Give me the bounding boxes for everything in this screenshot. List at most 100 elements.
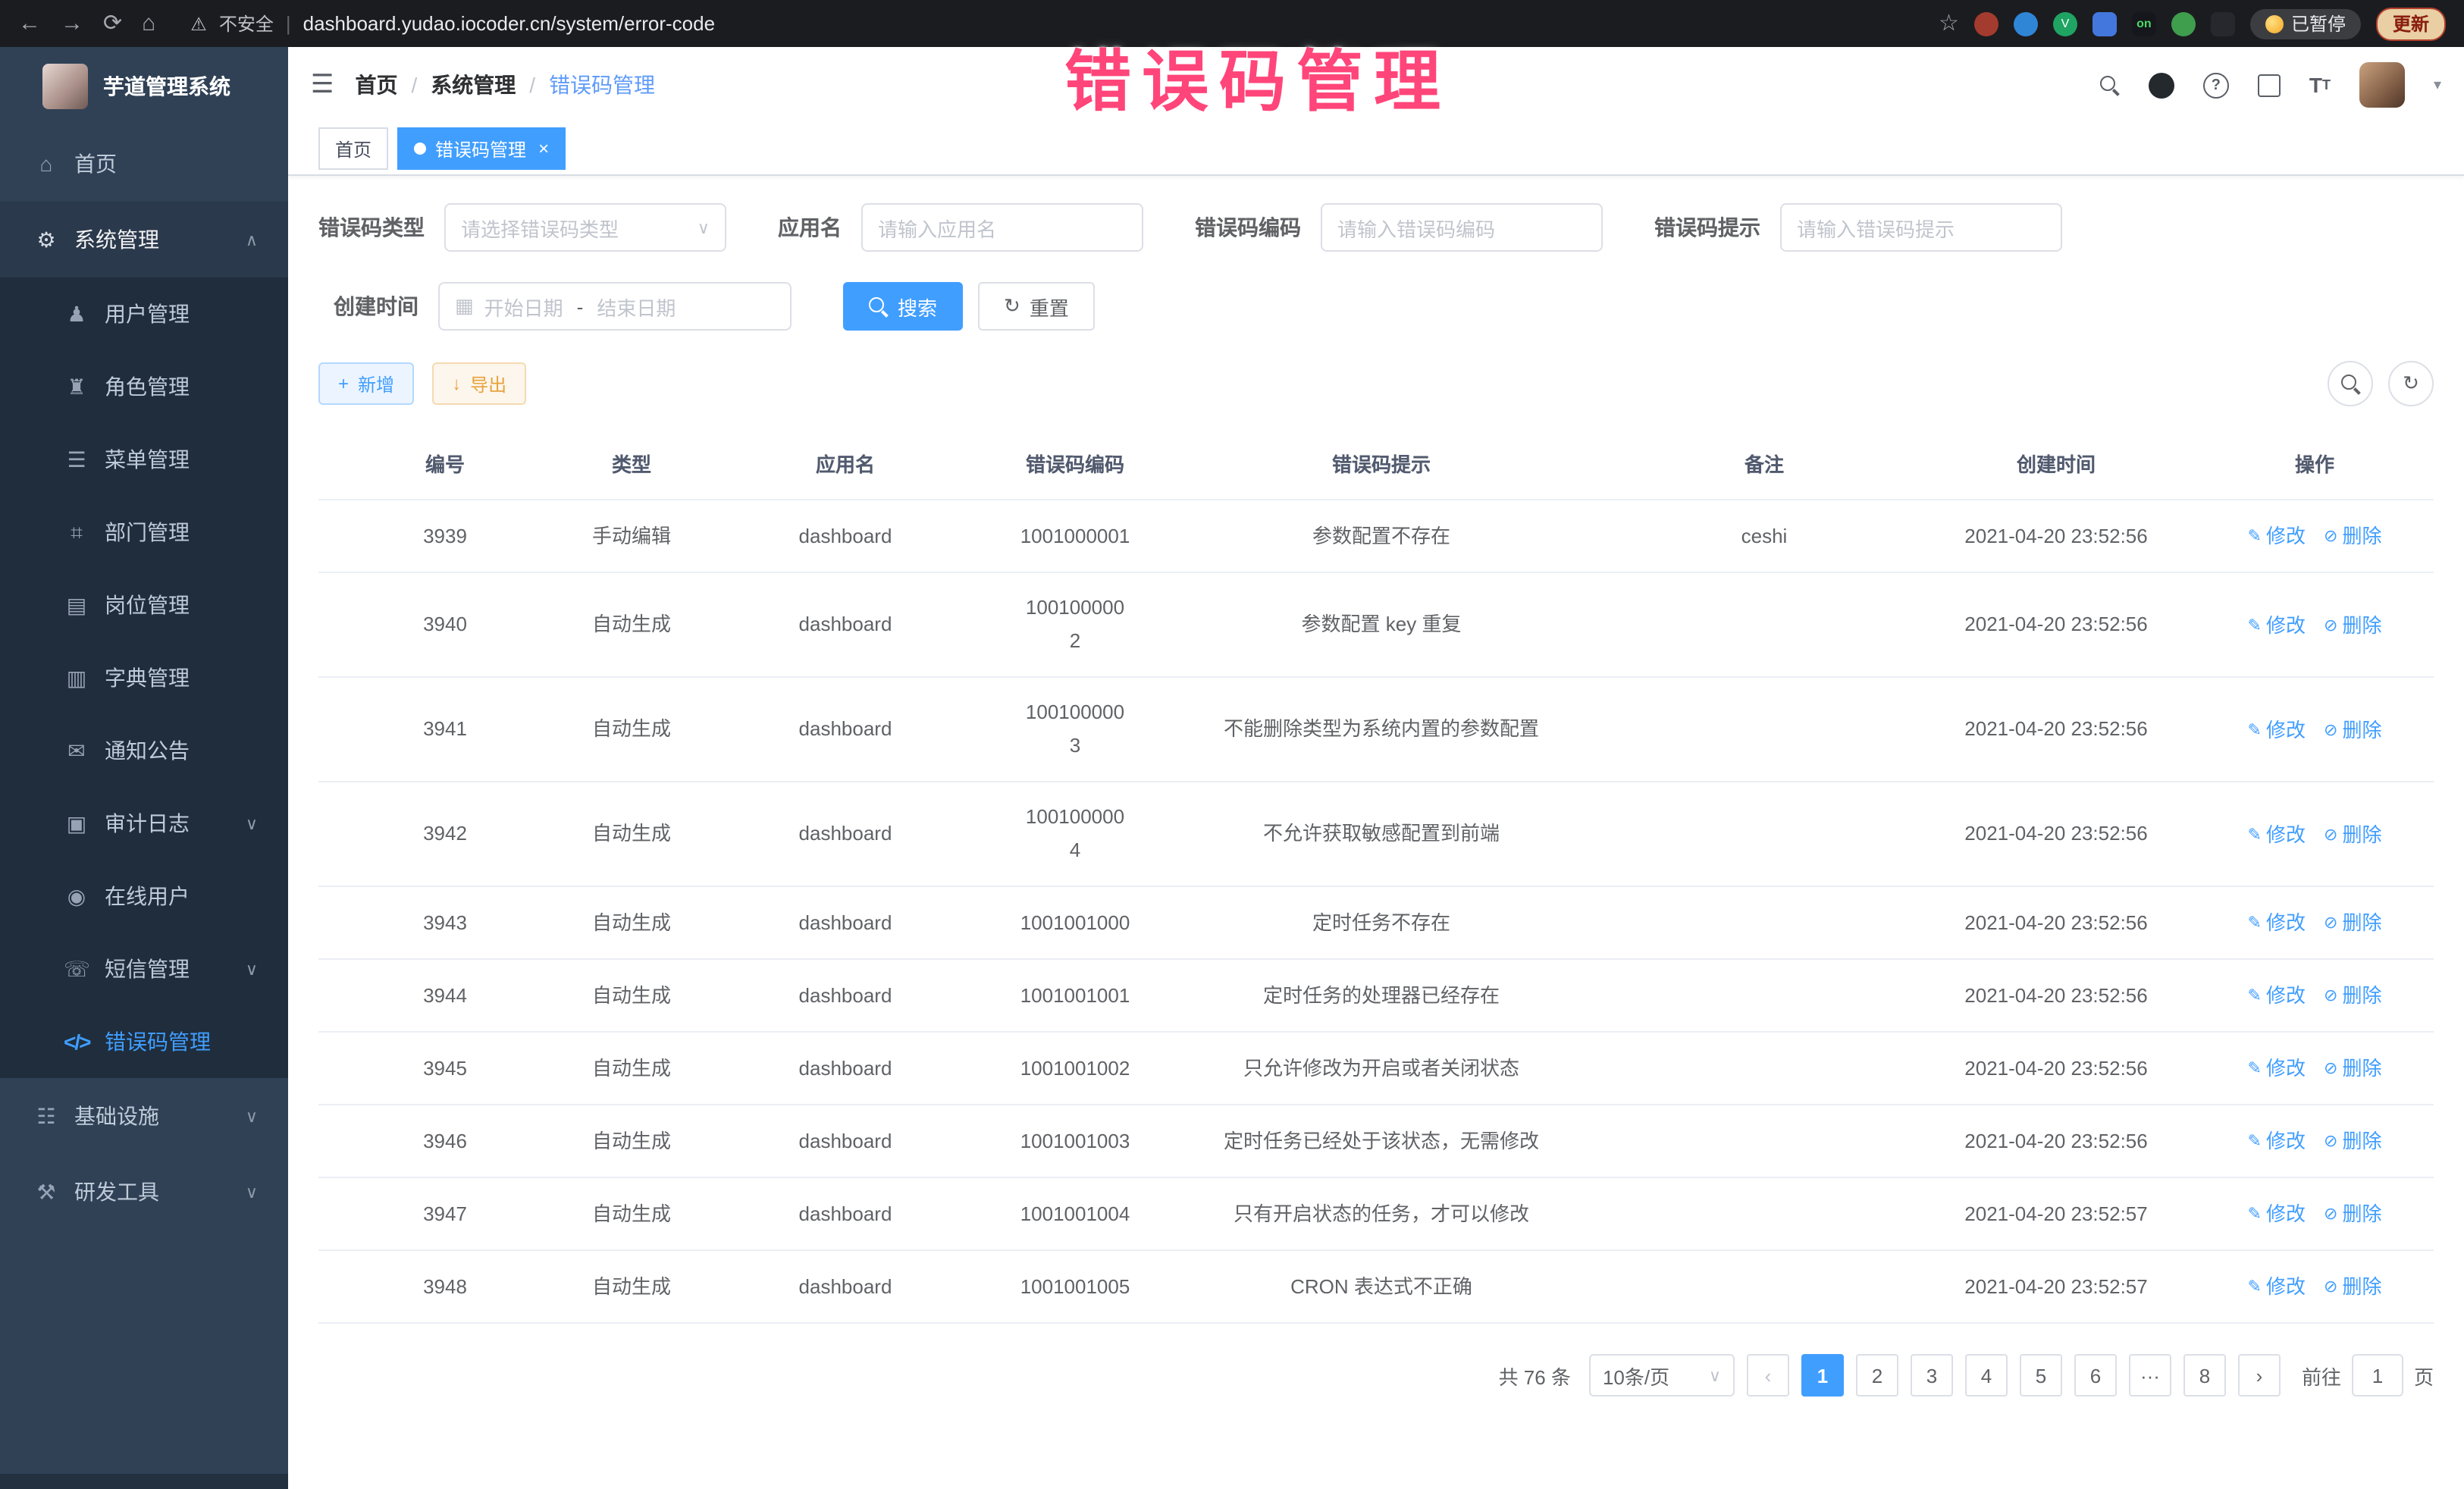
tag-close-icon[interactable]: × bbox=[538, 138, 549, 159]
sidebar-item-department-management[interactable]: ⌗ 部门管理 bbox=[0, 496, 288, 569]
search-icon[interactable] bbox=[2100, 75, 2120, 95]
font-size-icon[interactable]: TT bbox=[2309, 73, 2331, 97]
github-icon[interactable] bbox=[2149, 72, 2174, 98]
update-browser-button[interactable]: 更新 bbox=[2376, 7, 2446, 40]
delete-link[interactable]: ⊘删除 bbox=[2324, 980, 2381, 1013]
sidebar-item-menu-management[interactable]: ☰ 菜单管理 bbox=[0, 423, 288, 496]
extension-puzzle-icon[interactable] bbox=[2211, 11, 2235, 36]
extension-on-switch-icon[interactable]: on bbox=[2132, 11, 2156, 36]
cell-code: 100100000 2 bbox=[999, 572, 1151, 677]
extension-red-icon[interactable] bbox=[1974, 11, 1998, 36]
sidebar-item-audit-log[interactable]: ▣ 审计日志 ∨ bbox=[0, 787, 288, 860]
extension-grid-icon[interactable] bbox=[2093, 11, 2117, 36]
page-button-1[interactable]: 1 bbox=[1801, 1354, 1844, 1397]
url-text[interactable]: dashboard.yudao.iocoder.cn/system/error-… bbox=[303, 12, 715, 35]
toggle-search-button[interactable] bbox=[2328, 361, 2373, 406]
error-code-input[interactable]: 请输入错误码编码 bbox=[1321, 203, 1603, 252]
page-size-select[interactable]: 10条/页 ∨ bbox=[1589, 1354, 1735, 1397]
edit-link[interactable]: ✎修改 bbox=[2248, 907, 2306, 940]
sidebar-logo-row[interactable]: 芋道管理系统 bbox=[0, 47, 288, 126]
delete-link[interactable]: ⊘删除 bbox=[2324, 1125, 2381, 1158]
search-button[interactable]: 搜索 bbox=[843, 282, 963, 331]
forward-icon[interactable]: → bbox=[61, 12, 83, 35]
refresh-table-button[interactable]: ↻ bbox=[2388, 361, 2434, 406]
extension-leaf-icon[interactable] bbox=[2171, 11, 2196, 36]
delete-icon: ⊘ bbox=[2324, 1198, 2337, 1231]
delete-link[interactable]: ⊘删除 bbox=[2324, 1198, 2381, 1231]
edit-link[interactable]: ✎修改 bbox=[2248, 980, 2306, 1013]
address-bar[interactable]: ⚠ 不安全 | dashboard.yudao.iocoder.cn/syste… bbox=[190, 11, 1919, 36]
edit-link[interactable]: ✎修改 bbox=[2248, 609, 2306, 642]
sidebar-item-dictionary-management[interactable]: ▥ 字典管理 bbox=[0, 641, 288, 714]
delete-link[interactable]: ⊘删除 bbox=[2324, 818, 2381, 851]
error-code-type-select[interactable]: 请选择错误码类型 ∨ bbox=[444, 203, 726, 252]
error-message-input[interactable]: 请输入错误码提示 bbox=[1780, 203, 2062, 252]
sidebar-footer-bar[interactable] bbox=[0, 1474, 288, 1489]
reset-button[interactable]: ↻ 重置 bbox=[978, 282, 1095, 331]
edit-icon: ✎ bbox=[2248, 713, 2262, 747]
delete-link[interactable]: ⊘删除 bbox=[2324, 609, 2381, 642]
url-separator: | bbox=[286, 12, 291, 35]
user-avatar[interactable] bbox=[2359, 62, 2405, 108]
delete-link[interactable]: ⊘删除 bbox=[2324, 1271, 2381, 1304]
page-button-5[interactable]: 5 bbox=[2020, 1354, 2062, 1397]
paused-badge[interactable]: 已暂停 bbox=[2250, 8, 2361, 39]
edit-link[interactable]: ✎修改 bbox=[2248, 1271, 2306, 1304]
app-name-input[interactable]: 请输入应用名 bbox=[861, 203, 1143, 252]
page-button-6[interactable]: 6 bbox=[2074, 1354, 2117, 1397]
extension-blue-drop-icon[interactable] bbox=[2014, 11, 2038, 36]
sidebar-item-online-users[interactable]: ◉ 在线用户 bbox=[0, 860, 288, 933]
sidebar-item-notice[interactable]: ✉ 通知公告 bbox=[0, 714, 288, 787]
delete-icon: ⊘ bbox=[2324, 1271, 2337, 1304]
delete-link[interactable]: ⊘删除 bbox=[2324, 1052, 2381, 1086]
fullscreen-icon[interactable] bbox=[2258, 74, 2281, 96]
sidebar-item-post-management[interactable]: ▤ 岗位管理 bbox=[0, 569, 288, 641]
delete-link[interactable]: ⊘删除 bbox=[2324, 907, 2381, 940]
sidebar-item-home[interactable]: ⌂ 首页 bbox=[0, 126, 288, 202]
sidebar-item-user-management[interactable]: ♟ 用户管理 bbox=[0, 277, 288, 350]
goto-page-input[interactable] bbox=[2352, 1354, 2403, 1397]
breadcrumb-home[interactable]: 首页 bbox=[356, 70, 398, 100]
sidebar-item-sms-management[interactable]: ☏ 短信管理 ∨ bbox=[0, 933, 288, 1005]
cell-message: 不允许获取敏感配置到前端 bbox=[1151, 782, 1612, 886]
sidebar-item-error-code-management[interactable]: </> 错误码管理 bbox=[0, 1005, 288, 1078]
table-row: 3946 自动生成 dashboard 1001001003 定时任务已经处于该… bbox=[318, 1105, 2434, 1177]
tag-home[interactable]: 首页 bbox=[318, 127, 388, 170]
page-button-2[interactable]: 2 bbox=[1856, 1354, 1898, 1397]
edit-link[interactable]: ✎修改 bbox=[2248, 1052, 2306, 1086]
sidebar-item-system-management[interactable]: ⚙ 系统管理 ∧ bbox=[0, 202, 288, 277]
page-button-3[interactable]: 3 bbox=[1911, 1354, 1953, 1397]
export-button[interactable]: ↓ 导出 bbox=[432, 362, 526, 405]
avatar-caret-down-icon[interactable]: ▾ bbox=[2434, 77, 2441, 93]
edit-link[interactable]: ✎修改 bbox=[2248, 520, 2306, 553]
cell-remark bbox=[1612, 886, 1917, 959]
next-page-button[interactable]: › bbox=[2238, 1354, 2281, 1397]
breadcrumb-section[interactable]: 系统管理 bbox=[431, 70, 516, 100]
extension-green-v-icon[interactable]: V bbox=[2053, 11, 2077, 36]
page-button-8[interactable]: 8 bbox=[2183, 1354, 2226, 1397]
page-button-4[interactable]: 4 bbox=[1965, 1354, 2008, 1397]
add-button[interactable]: + 新增 bbox=[318, 362, 414, 405]
edit-link[interactable]: ✎修改 bbox=[2248, 818, 2306, 851]
prev-page-button[interactable]: ‹ bbox=[1747, 1354, 1789, 1397]
back-icon[interactable]: ← bbox=[18, 12, 41, 35]
sidebar-item-dev-tools[interactable]: ⚒ 研发工具 ∨ bbox=[0, 1154, 288, 1230]
reload-icon[interactable]: ⟳ bbox=[103, 12, 122, 35]
edit-link[interactable]: ✎修改 bbox=[2248, 713, 2306, 747]
create-time-range-picker[interactable]: ▦ 开始日期 - 结束日期 bbox=[438, 282, 792, 331]
home-icon[interactable]: ⌂ bbox=[142, 12, 155, 35]
hamburger-icon[interactable]: ☰ bbox=[311, 70, 334, 100]
delete-link[interactable]: ⊘删除 bbox=[2324, 520, 2381, 553]
tag-error-code-management[interactable]: 错误码管理 × bbox=[397, 127, 566, 170]
more-pages-button[interactable]: ··· bbox=[2129, 1354, 2171, 1397]
sidebar-item-role-management[interactable]: ♜ 角色管理 bbox=[0, 350, 288, 423]
cell-remark bbox=[1612, 1177, 1917, 1250]
bookmark-star-icon[interactable]: ☆ bbox=[1939, 12, 1959, 35]
sidebar-item-label: 角色管理 bbox=[105, 371, 190, 402]
sidebar-item-infrastructure[interactable]: ☷ 基础设施 ∨ bbox=[0, 1078, 288, 1154]
delete-link[interactable]: ⊘删除 bbox=[2324, 713, 2381, 747]
edit-link[interactable]: ✎修改 bbox=[2248, 1198, 2306, 1231]
sms-icon: ☏ bbox=[64, 956, 89, 982]
edit-link[interactable]: ✎修改 bbox=[2248, 1125, 2306, 1158]
help-icon[interactable]: ? bbox=[2203, 72, 2229, 98]
